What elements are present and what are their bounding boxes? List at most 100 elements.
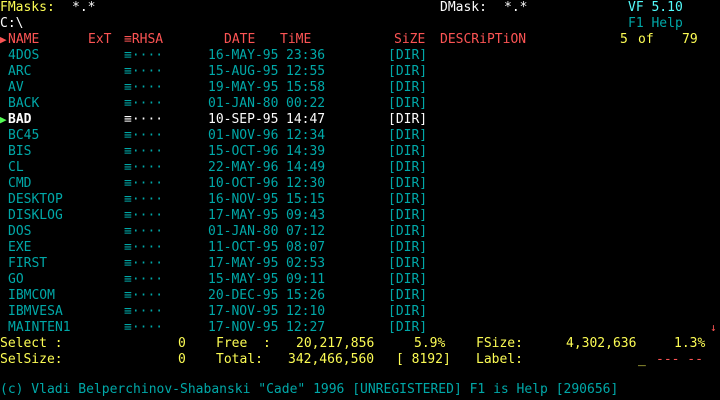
file-size: [DIR] xyxy=(388,320,428,335)
volume-label-cursor[interactable]: _ xyxy=(638,352,646,368)
file-name[interactable]: MAINTEN1 xyxy=(8,320,71,336)
app-version: VF 5.10 xyxy=(628,0,683,15)
file-attributes: ≡···· xyxy=(124,64,164,79)
file-time: 15:15 xyxy=(286,192,326,207)
file-attributes: ≡···· xyxy=(124,320,164,335)
file-time: 14:49 xyxy=(286,160,326,175)
file-size: [DIR] xyxy=(388,208,428,223)
file-row[interactable]: CMD ≡···· 10-OCT-96 12:30 [DIR] xyxy=(0,176,720,192)
file-name[interactable]: BIS xyxy=(8,144,31,160)
free-label: Free : xyxy=(216,336,271,351)
file-attributes: ≡···· xyxy=(124,240,164,255)
file-date: 10-OCT-96 xyxy=(208,176,279,191)
column-time[interactable]: TiME xyxy=(280,32,311,48)
file-attributes: ≡···· xyxy=(124,96,164,111)
column-date[interactable]: DATE xyxy=(224,32,255,48)
file-attributes: ≡···· xyxy=(124,192,164,207)
copyright-status-line: (c) Vladi Belperchinov-Shabanski "Cade" … xyxy=(0,382,619,397)
help-hint[interactable]: F1 Help xyxy=(628,16,683,32)
file-time: 12:10 xyxy=(286,304,326,319)
file-name[interactable]: BC45 xyxy=(8,128,39,144)
file-name[interactable]: IBMVESA xyxy=(8,304,63,320)
fsize-label: FSize: xyxy=(476,336,523,351)
file-time: 12:27 xyxy=(286,320,326,335)
file-name[interactable]: EXE xyxy=(8,240,31,256)
file-date: 15-AUG-95 xyxy=(208,64,279,79)
file-size: [DIR] xyxy=(388,160,428,175)
file-row[interactable]: BC45 ≡···· 01-NOV-96 12:34 [DIR] xyxy=(0,128,720,144)
file-name[interactable]: AV xyxy=(8,80,24,96)
file-row[interactable]: DESKTOP ≡···· 16-NOV-95 15:15 [DIR] xyxy=(0,192,720,208)
fsize-bytes: 4,302,636 xyxy=(566,336,637,351)
column-description[interactable]: DESCRiPTiON xyxy=(440,32,526,48)
file-row[interactable]: DISKLOG ≡···· 17-MAY-95 09:43 [DIR] xyxy=(0,208,720,224)
vf-file-manager-screen: FMasks: *.* DMask: *.* VF 5.10 C:\ F1 He… xyxy=(0,0,720,400)
file-size: [DIR] xyxy=(388,80,428,95)
file-row[interactable]: GO ≡···· 15-MAY-95 09:11 [DIR] xyxy=(0,272,720,288)
file-row[interactable]: IBMVESA ≡···· 17-NOV-95 12:10 [DIR] xyxy=(0,304,720,320)
column-ext[interactable]: ExT xyxy=(88,32,111,48)
column-attributes[interactable]: ≡RHSA xyxy=(124,32,163,48)
file-row[interactable]: FIRST ≡···· 17-MAY-95 02:53 [DIR] xyxy=(0,256,720,272)
file-row[interactable]: AV ≡···· 19-MAY-95 15:58 [DIR] xyxy=(0,80,720,96)
scroll-down-arrow-icon[interactable]: ↓ xyxy=(710,320,717,336)
file-row[interactable]: EXE ≡···· 11-OCT-95 08:07 [DIR] xyxy=(0,240,720,256)
file-date: 15-MAY-95 xyxy=(208,272,279,287)
volume-label-label: Label: xyxy=(476,352,523,367)
file-name[interactable]: BACK xyxy=(8,96,39,112)
file-date: 16-MAY-95 xyxy=(208,48,279,63)
column-size[interactable]: SiZE xyxy=(394,32,425,48)
file-time: 23:36 xyxy=(286,48,326,63)
file-name[interactable]: DISKLOG xyxy=(8,208,63,224)
file-date: 16-NOV-95 xyxy=(208,192,279,207)
footer-row: (c) Vladi Belperchinov-Shabanski "Cade" … xyxy=(0,382,720,398)
file-name[interactable]: DESKTOP xyxy=(8,192,63,208)
file-row[interactable]: DOS ≡···· 01-JAN-80 07:12 [DIR] xyxy=(0,224,720,240)
file-name[interactable]: ARC xyxy=(8,64,31,80)
cluster-size: [ 8192] xyxy=(396,352,451,367)
file-name[interactable]: GO xyxy=(8,272,24,288)
file-row[interactable]: ARC ≡···· 15-AUG-95 12:55 [DIR] xyxy=(0,64,720,80)
file-size: [DIR] xyxy=(388,128,428,143)
file-name[interactable]: CMD xyxy=(8,176,31,192)
file-name[interactable]: FIRST xyxy=(8,256,47,272)
file-attributes: ≡···· xyxy=(124,208,164,223)
file-row[interactable]: CL ≡···· 22-MAY-96 14:49 [DIR] xyxy=(0,160,720,176)
file-row[interactable]: IBMCOM ≡···· 20-DEC-95 15:26 [DIR] xyxy=(0,288,720,304)
file-date: 01-NOV-96 xyxy=(208,128,279,143)
column-name[interactable]: NAME xyxy=(8,32,39,48)
file-attributes: ≡···· xyxy=(124,160,164,175)
file-row[interactable]: BIS ≡···· 15-OCT-96 14:39 [DIR] xyxy=(0,144,720,160)
file-name[interactable]: IBMCOM xyxy=(8,288,55,304)
file-size: [DIR] xyxy=(388,304,428,319)
file-date: 01-JAN-80 xyxy=(208,96,279,111)
file-size: [DIR] xyxy=(388,144,428,159)
file-time: 08:07 xyxy=(286,240,326,255)
header-path-row: C:\ F1 Help xyxy=(0,16,720,32)
file-attributes: ≡···· xyxy=(124,304,164,319)
file-row-selected[interactable]: ▶ BAD ≡···· 10-SEP-95 14:47 [DIR] xyxy=(0,112,720,128)
file-size: [DIR] xyxy=(388,256,428,271)
file-size: [DIR] xyxy=(388,176,428,191)
file-time: 09:43 xyxy=(286,208,326,223)
dmask-value[interactable]: *.* xyxy=(504,0,527,16)
file-attributes: ≡···· xyxy=(124,80,164,95)
volume-label-value: --- -- xyxy=(656,352,703,367)
file-row[interactable]: 4DOS ≡···· 16-MAY-95 23:36 [DIR] xyxy=(0,48,720,64)
file-time: 15:26 xyxy=(286,288,326,303)
file-date: 19-MAY-95 xyxy=(208,80,279,95)
file-name[interactable]: 4DOS xyxy=(8,48,39,64)
file-name[interactable]: DOS xyxy=(8,224,31,240)
file-row[interactable]: BACK ≡···· 01-JAN-80 00:22 [DIR] xyxy=(0,96,720,112)
file-name[interactable]: CL xyxy=(8,160,24,176)
file-size: [DIR] xyxy=(388,240,428,255)
fmasks-value[interactable]: *.* xyxy=(72,0,95,16)
file-size: [DIR] xyxy=(388,272,428,287)
stats-row-1: Select : 0 Free : 20,217,856 5.9% FSize:… xyxy=(0,336,720,352)
total-label: Total: xyxy=(216,352,263,367)
file-attributes: ≡···· xyxy=(124,144,164,159)
header-pointer-icon: ▶ xyxy=(0,33,7,46)
file-time: 00:22 xyxy=(286,96,326,111)
file-name[interactable]: BAD xyxy=(8,112,31,128)
file-row[interactable]: MAINTEN1 ≡···· 17-NOV-95 12:27 [DIR] xyxy=(0,320,720,336)
